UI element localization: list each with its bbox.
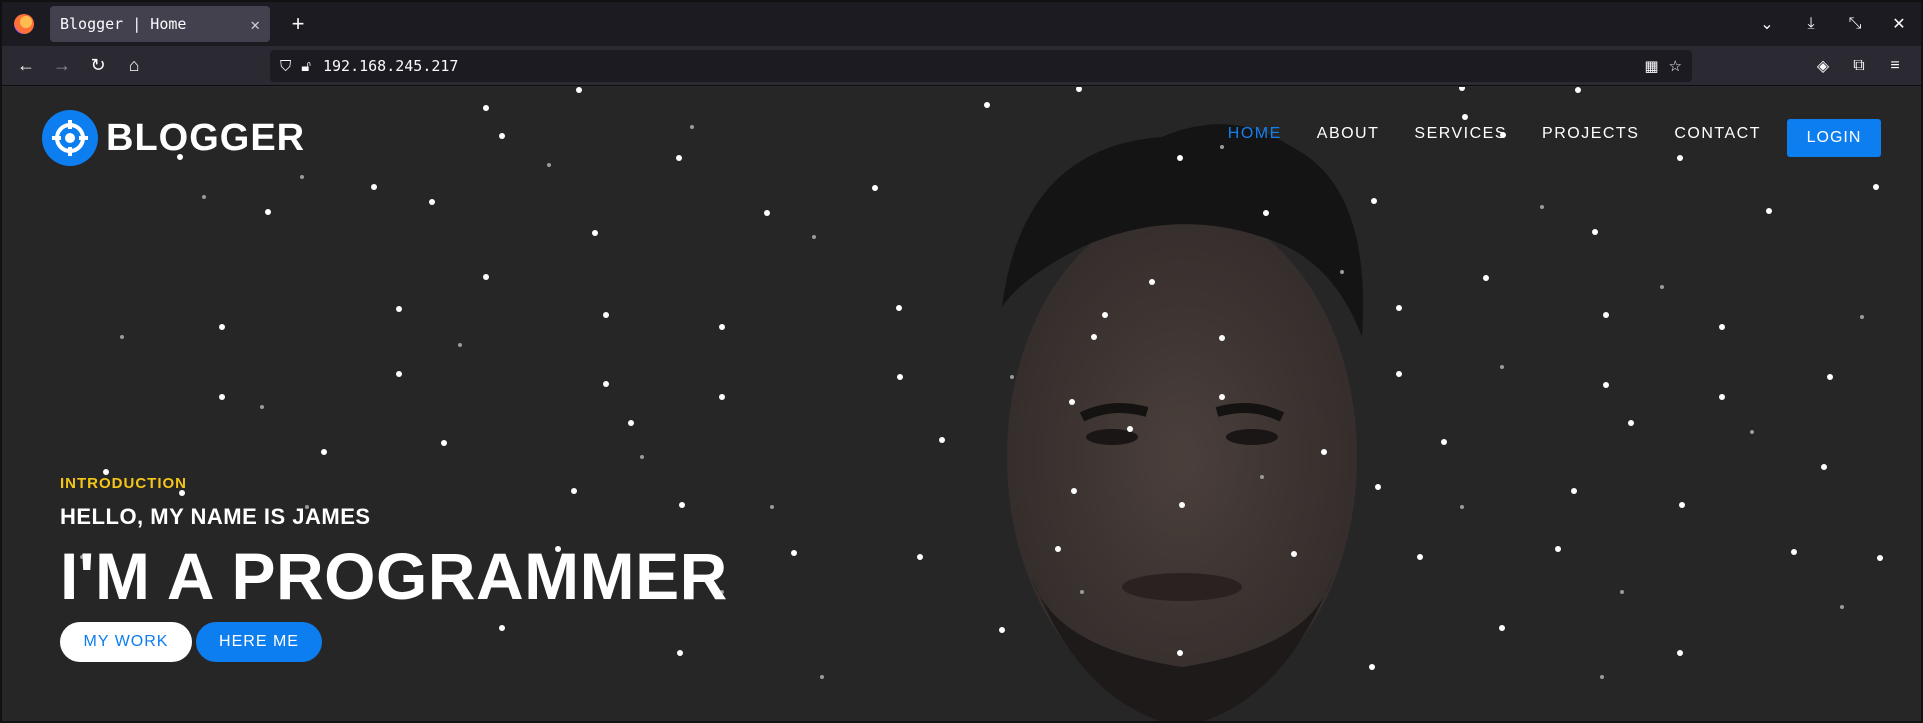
my-work-button[interactable]: MY WORK — [60, 622, 192, 662]
crosshair-logo-icon — [42, 110, 98, 166]
site-header: BLOGGER HOME ABOUT SERVICES PROJECTS CON… — [2, 87, 1921, 187]
navigation-toolbar: ← → ↻ ⌂ ⛉ 🔓︎ 192.168.245.217 ▦ ☆ ◈ ⧉ ≡ — [2, 46, 1921, 86]
nav-about[interactable]: ABOUT — [1317, 125, 1380, 143]
back-icon[interactable]: ← — [8, 55, 44, 76]
minimize-icon[interactable]: ⤓ — [1789, 15, 1833, 33]
hero-section: INTRODUCTION HELLO, MY NAME IS JAMES I'M… — [60, 475, 728, 662]
bookmark-star-icon[interactable]: ☆ — [1669, 57, 1682, 75]
tab-blogger-home[interactable]: Blogger | Home ✕ — [50, 6, 270, 42]
forward-icon[interactable]: → — [44, 55, 80, 76]
browser-window: Blogger | Home ✕ + ⌄ ⤓ ⤡ ✕ ← → ↻ ⌂ ⛉ 🔓︎ … — [0, 0, 1923, 723]
qr-code-icon[interactable]: ▦ — [1644, 57, 1658, 75]
brand-name: BLOGGER — [106, 116, 306, 159]
main-nav: HOME ABOUT SERVICES PROJECTS CONTACT — [1193, 125, 1761, 143]
list-all-tabs-icon[interactable]: ⌄ — [1745, 14, 1789, 34]
insecure-lock-icon[interactable]: 🔓︎ — [301, 58, 311, 75]
extensions-icon[interactable]: ⧉ — [1841, 57, 1877, 75]
nav-home[interactable]: HOME — [1228, 125, 1282, 143]
close-tab-icon[interactable]: ✕ — [250, 15, 260, 34]
home-icon[interactable]: ⌂ — [116, 55, 152, 76]
hero-headline: I'M A PROGRAMMER — [60, 539, 728, 613]
here-me-button[interactable]: HERE ME — [196, 622, 322, 662]
nav-contact[interactable]: CONTACT — [1674, 125, 1761, 143]
hero-buttons: MY WORK HERE ME — [60, 622, 728, 662]
tab-strip: Blogger | Home ✕ + ⌄ ⤓ ⤡ ✕ — [2, 2, 1921, 46]
shield-icon[interactable]: ⛉ — [280, 58, 291, 75]
login-button[interactable]: LOGIN — [1787, 119, 1881, 157]
firefox-icon[interactable] — [14, 14, 34, 34]
close-window-icon[interactable]: ✕ — [1877, 14, 1921, 34]
menu-icon[interactable]: ≡ — [1877, 57, 1913, 75]
tab-title: Blogger | Home — [60, 15, 187, 33]
restore-icon[interactable]: ⤡ — [1833, 15, 1877, 33]
url-bar[interactable]: ⛉ 🔓︎ 192.168.245.217 ▦ ☆ — [270, 50, 1692, 82]
nav-services[interactable]: SERVICES — [1414, 125, 1507, 143]
new-tab-icon[interactable]: + — [284, 11, 312, 37]
pocket-icon[interactable]: ◈ — [1805, 56, 1841, 76]
hero-greeting: HELLO, MY NAME IS JAMES — [60, 504, 371, 529]
hero-kicker: INTRODUCTION — [60, 475, 187, 492]
web-page: BLOGGER HOME ABOUT SERVICES PROJECTS CON… — [2, 87, 1921, 721]
brand-logo[interactable]: BLOGGER — [42, 110, 305, 166]
url-text[interactable]: 192.168.245.217 — [323, 57, 1634, 75]
reload-icon[interactable]: ↻ — [80, 55, 116, 76]
nav-projects[interactable]: PROJECTS — [1542, 125, 1639, 143]
